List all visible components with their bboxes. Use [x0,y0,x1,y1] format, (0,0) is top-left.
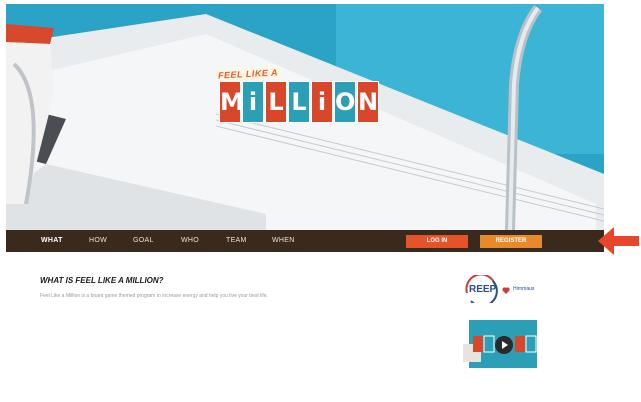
logo-letter: M [219,81,244,123]
feel-like-a-million-logo: FEEL LIKE A M i L L i O N [214,66,379,130]
hero-banner: FEEL LIKE A M i L L i O N [6,4,604,230]
logo-letter: i [311,81,333,123]
logo-letter: i [242,81,264,123]
nav-item-goal[interactable]: GOAL [133,237,154,244]
video-thumbnail[interactable] [463,320,543,368]
partner-label: Hirnmaus [513,286,535,292]
section-title: WHAT IS FEEL LIKE A MILLION? [40,276,164,285]
nav-item-when[interactable]: WHEN [272,237,295,244]
nav-item-who[interactable]: WHO [181,237,199,244]
register-button[interactable]: REGISTER [480,235,542,248]
reep-label: REEP [469,284,497,295]
section-description: Feel Like a Million is a board game them… [40,293,268,299]
logo-letter: L [265,81,287,123]
nav-item-how[interactable]: HOW [89,237,107,244]
reep-partner-logo[interactable]: REEP Hirnmaus [463,273,553,307]
main-nav: WHAT HOW GOAL WHO TEAM WHEN LOG IN REGIS… [6,230,604,252]
logo-tagline: FEEL LIKE A [214,66,282,82]
logo-letter: N [357,81,379,123]
logo-letter: L [288,81,310,123]
login-button[interactable]: LOG IN [406,235,468,248]
arrow-left-icon [598,227,639,255]
logo-letter-tiles: M i L L i O N [219,81,379,123]
logo-letter: O [334,81,356,123]
nav-item-what[interactable]: WHAT [41,237,63,244]
play-icon[interactable] [495,336,513,354]
nav-item-team[interactable]: TEAM [226,237,247,244]
